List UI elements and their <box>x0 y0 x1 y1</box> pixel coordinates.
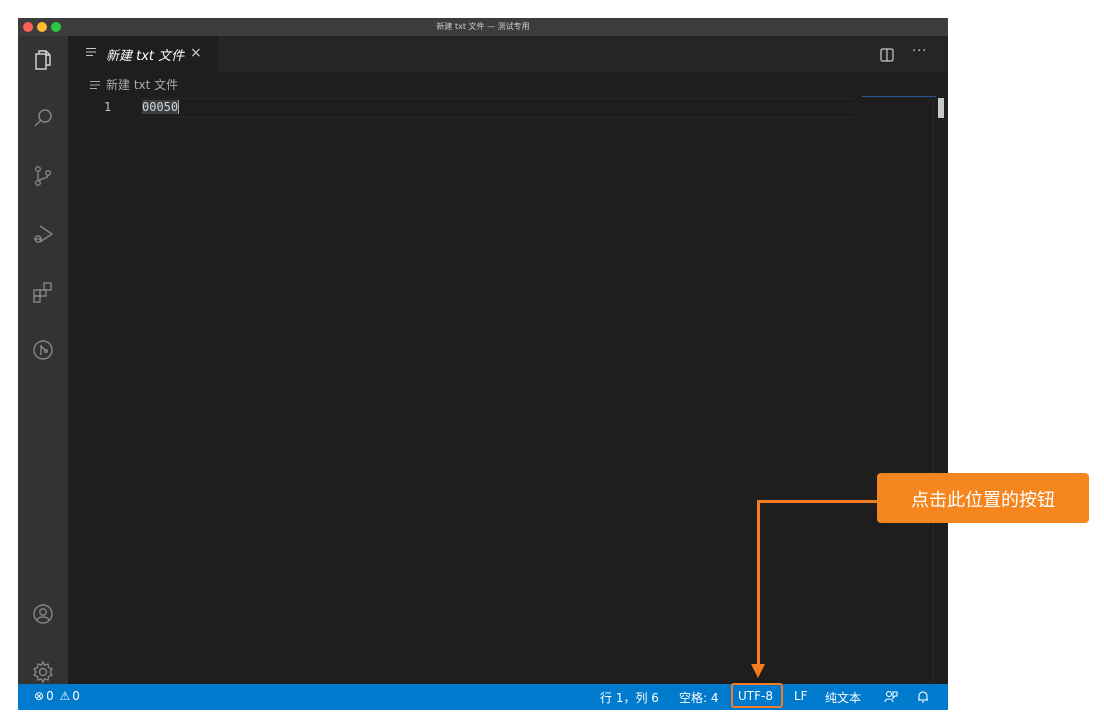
gitlens-icon[interactable] <box>31 338 55 362</box>
title-bar: 新建 txt 文件 — 测试专用 <box>18 18 948 36</box>
warning-icon: ⚠ <box>59 689 71 703</box>
error-count: 0 <box>46 689 54 703</box>
text-cursor <box>178 100 180 114</box>
feedback-icon[interactable] <box>884 690 898 704</box>
scrollbar-track[interactable] <box>933 96 934 684</box>
line-ending-status[interactable]: LF <box>794 689 808 703</box>
tab-label: 新建 txt 文件 <box>106 49 185 64</box>
vscode-window: 新建 txt 文件 — 测试专用 新建 txt 文件 × ··· 新建 txt … <box>18 18 948 710</box>
selected-text: 00050 <box>142 100 179 114</box>
extensions-icon[interactable] <box>31 280 55 304</box>
minimap[interactable] <box>862 96 936 97</box>
annotation-arrow-line <box>757 500 760 666</box>
annotation-arrow-head <box>751 664 765 678</box>
editor-area[interactable]: 1 00050 <box>68 96 948 684</box>
activity-bar <box>18 36 68 684</box>
tabs-bar: 新建 txt 文件 × ··· <box>68 36 948 72</box>
code-line[interactable]: 00050 <box>142 100 180 114</box>
text-file-icon <box>86 48 96 56</box>
files-icon[interactable] <box>31 48 55 72</box>
breadcrumb-file: 新建 txt 文件 <box>106 78 179 92</box>
scrollbar-thumb[interactable] <box>938 98 944 118</box>
tab-new-txt-file[interactable]: 新建 txt 文件 × <box>68 36 218 72</box>
language-mode-status[interactable]: 纯文本 <box>825 689 861 706</box>
text-file-icon <box>90 81 100 89</box>
breadcrumb[interactable]: 新建 txt 文件 <box>90 76 178 94</box>
close-icon[interactable]: × <box>190 45 202 61</box>
account-icon[interactable] <box>31 602 55 626</box>
run-debug-icon[interactable] <box>31 222 55 246</box>
annotation-arrow-line <box>757 500 877 503</box>
more-actions-icon[interactable]: ··· <box>912 44 927 59</box>
warning-count: 0 <box>72 689 80 703</box>
current-line-highlight <box>138 98 854 118</box>
annotation-callout: 点击此位置的按钮 <box>877 473 1089 523</box>
status-bar: ⊗ 0 ⚠ 0 行 1，列 6 空格: 4 UTF-8 LF 纯文本 <box>18 684 948 710</box>
window-title: 新建 txt 文件 — 测试专用 <box>436 22 530 31</box>
line-number: 1 <box>104 100 112 114</box>
split-editor-icon[interactable] <box>880 47 894 62</box>
problems-status[interactable]: ⊗ 0 ⚠ 0 <box>34 689 82 703</box>
notifications-bell-icon[interactable] <box>916 690 930 704</box>
cursor-position-status[interactable]: 行 1，列 6 <box>600 689 659 706</box>
source-control-icon[interactable] <box>31 164 55 188</box>
manage-gear-icon[interactable] <box>31 660 55 684</box>
error-icon: ⊗ <box>34 689 45 703</box>
encoding-highlight-box <box>731 683 783 708</box>
search-icon[interactable] <box>31 106 55 130</box>
indentation-status[interactable]: 空格: 4 <box>679 689 719 706</box>
